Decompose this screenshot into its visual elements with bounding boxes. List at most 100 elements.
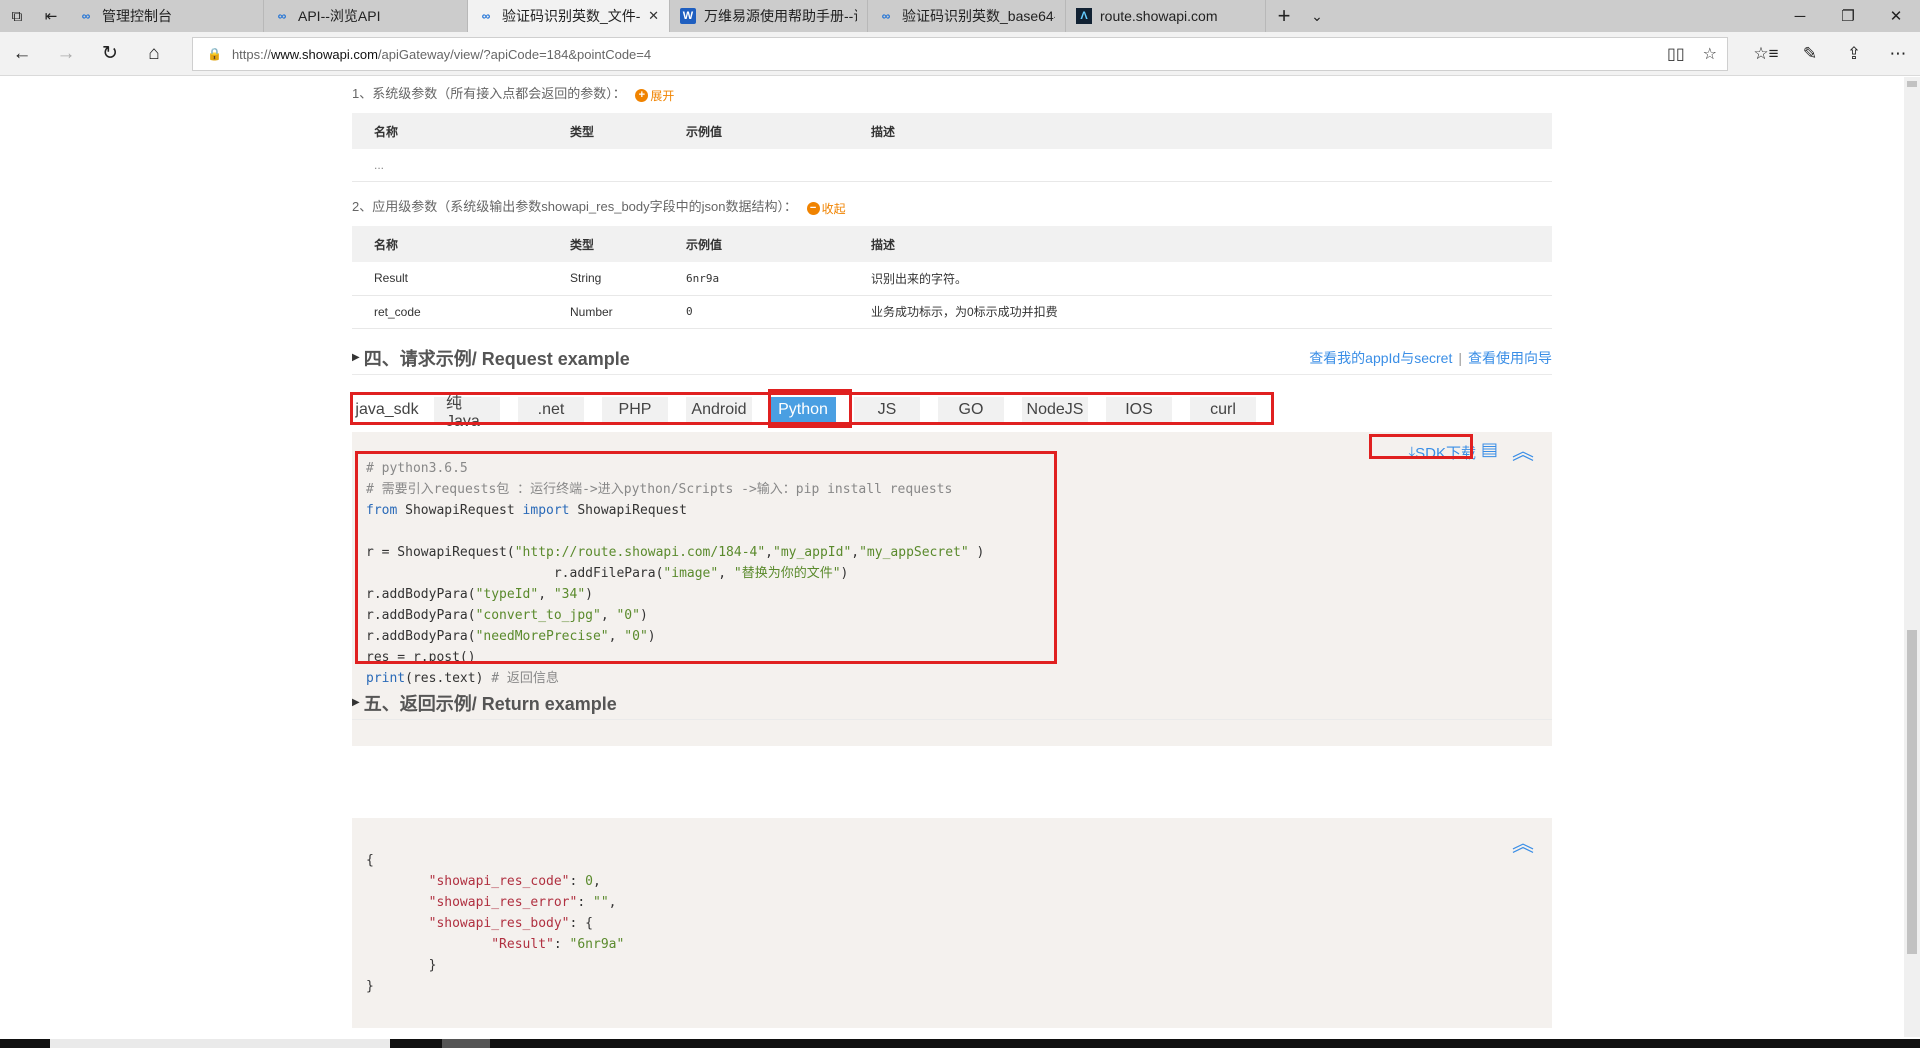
return-example-header: ▶ 五、返回示例/ Return example: [352, 686, 1552, 720]
scrollbar-thumb[interactable]: [1907, 630, 1917, 954]
restore-icon[interactable]: ❐: [1824, 0, 1872, 32]
usage-guide-link[interactable]: 查看使用向导: [1468, 350, 1552, 366]
json-key: "Result": [491, 937, 554, 952]
tab-ios[interactable]: IOS: [1106, 397, 1172, 423]
browser-tab-1[interactable]: ∞ 管理控制台: [68, 0, 264, 32]
favorites-hub-icon[interactable]: ☆≡: [1744, 32, 1788, 76]
code-string: "convert_to_jpg": [475, 608, 601, 623]
taskbar-search[interactable]: [50, 1039, 390, 1048]
code-string: "http://route.showapi.com/184-4": [514, 545, 766, 560]
app-params-title: 2、应用级参数（系统级输出参数showapi_res_body字段中的json数…: [352, 196, 846, 217]
minimize-icon[interactable]: ─: [1776, 0, 1824, 32]
code-text: ): [968, 545, 985, 560]
placeholder-cell: ...: [352, 149, 1552, 182]
url-prefix: https://: [231, 46, 271, 62]
loop-icon: ∞: [81, 9, 91, 23]
collapse-up-icon[interactable]: ︽: [1512, 434, 1534, 466]
collapse-up-icon[interactable]: ︽: [1512, 826, 1534, 858]
notes-pen-icon[interactable]: ✎: [1788, 32, 1832, 76]
code-keyword: import: [522, 503, 570, 518]
browser-tab-3-active[interactable]: ∞ 验证码识别英数_文件-易 ✕: [468, 0, 670, 32]
appid-secret-link[interactable]: 查看我的appId与secret: [1309, 350, 1452, 366]
col-example: 示例值: [664, 113, 849, 149]
chevron-down-icon[interactable]: ⌄: [1302, 0, 1332, 32]
browser-tab-2[interactable]: ∞ API--浏览API: [264, 0, 468, 32]
browser-tab-4[interactable]: W 万维易源使用帮助手册--调: [670, 0, 868, 32]
collapse-toggle[interactable]: − 收起: [806, 200, 846, 217]
sdk-download-button[interactable]: ⤓ SDK下载: [1409, 442, 1476, 463]
taskbar-button[interactable]: [442, 1039, 490, 1048]
loop-icon: ∞: [481, 9, 491, 23]
col-type: 类型: [548, 226, 664, 262]
back-icon[interactable]: ←: [0, 32, 44, 76]
more-menu-icon[interactable]: ⋯: [1876, 32, 1920, 76]
tab-java-sdk[interactable]: java_sdk: [352, 397, 422, 423]
code-string: "needMorePrecise": [475, 629, 609, 644]
expand-label: 展开: [650, 89, 675, 103]
json-key: "showapi_res_code": [428, 874, 570, 889]
tab-php[interactable]: PHP: [602, 397, 668, 423]
forward-icon[interactable]: →: [44, 32, 88, 76]
tab-pure-java[interactable]: 纯Java: [434, 395, 500, 430]
json-value: 0: [585, 874, 593, 889]
collapse-label: 收起: [821, 202, 846, 216]
address-bar[interactable]: 🔒 https://www.showapi.com/apiGateway/vie…: [192, 37, 1728, 71]
browser-nav-bar: ← → ↻ ⌂ 🔒 https://www.showapi.com/apiGat…: [0, 32, 1920, 76]
code-text: r = ShowapiRequest(: [366, 545, 515, 560]
page-content: 1、系统级参数（所有接入点都会返回的参数）： + 展开 名称 类型 示例值 描述 …: [0, 77, 1904, 1037]
code-comment: # 返回信息: [491, 671, 559, 686]
tab-go[interactable]: GO: [938, 397, 1004, 423]
cell-example: 6nr9a: [664, 262, 849, 296]
app-params-label: 2、应用级参数（系统级输出参数showapi_res_body字段中的json数…: [352, 199, 797, 214]
json-value: "": [593, 895, 609, 910]
sdk-download-label: SDK下载: [1415, 445, 1476, 462]
tab-curl[interactable]: curl: [1190, 397, 1256, 423]
tab-title: API--浏览API: [298, 8, 381, 24]
code-text: (res.text): [405, 671, 492, 686]
loop-icon: ∞: [277, 9, 287, 23]
code-text: ): [840, 566, 849, 581]
browser-tab-5[interactable]: ∞ 验证码识别英数_base64-易: [868, 0, 1066, 32]
close-window-icon[interactable]: ✕: [1872, 0, 1920, 32]
code-text: ShowapiRequest: [397, 503, 523, 518]
copy-icon[interactable]: ▤: [1481, 439, 1498, 460]
reading-view-icon[interactable]: ▯▯: [1667, 44, 1685, 64]
code-text: r.addBodyPara(: [366, 587, 476, 602]
vertical-scrollbar[interactable]: [1904, 77, 1920, 1037]
code-text: res = r.post(): [366, 650, 476, 665]
cell-desc: 业务成功标示，为0标示成功并扣费: [849, 295, 1552, 329]
triangle-right-icon: ▶: [352, 352, 360, 363]
expand-toggle[interactable]: + 展开: [635, 87, 674, 104]
share-icon[interactable]: ⇪: [1832, 32, 1876, 76]
set-aside-tabs-icon[interactable]: ⇤: [34, 0, 68, 32]
system-params-label: 1、系统级参数（所有接入点都会返回的参数）：: [352, 86, 626, 101]
browser-tab-6[interactable]: Λ route.showapi.com: [1066, 0, 1266, 32]
request-example-header: ▶ 四、请求示例/ Request example 查看我的appId与secr…: [352, 341, 1552, 375]
browser-tab-strip: ⧉ ⇤ ∞ 管理控制台 ∞ API--浏览API ∞ 验证码识别英数_文件-易 …: [0, 0, 1920, 32]
request-example-title: 四、请求示例/ Request example: [363, 348, 630, 369]
refresh-icon[interactable]: ↻: [88, 32, 132, 76]
return-example-title: 五、返回示例/ Return example: [363, 693, 617, 714]
code-string: "0": [624, 629, 648, 644]
w-icon: W: [680, 8, 696, 24]
tab-js[interactable]: JS: [854, 397, 920, 423]
cell-name: ret_code: [352, 295, 548, 329]
code-string: "image": [663, 566, 719, 581]
tab-title: 验证码识别英数_base64-易: [902, 8, 1055, 24]
new-tab-icon[interactable]: +: [1266, 0, 1302, 32]
tab-dotnet[interactable]: .net: [518, 397, 584, 423]
close-tab-icon[interactable]: ✕: [648, 8, 659, 24]
cell-type: String: [548, 262, 664, 296]
tab-python[interactable]: Python: [770, 397, 836, 423]
scroll-up-arrow[interactable]: [1907, 81, 1917, 87]
tab-android[interactable]: Android: [686, 397, 752, 423]
tab-nodejs[interactable]: NodeJS: [1022, 397, 1088, 423]
code-text: r.addFilePara(: [366, 566, 664, 581]
code-keyword: print: [366, 671, 406, 686]
home-icon[interactable]: ⌂: [132, 32, 176, 76]
favorite-star-icon[interactable]: ☆: [1703, 44, 1717, 64]
code-string: "0": [616, 608, 640, 623]
cell-name: Result: [352, 262, 548, 296]
tab-preview-icon[interactable]: ⧉: [0, 0, 34, 32]
lock-icon: 🔒: [207, 47, 222, 61]
